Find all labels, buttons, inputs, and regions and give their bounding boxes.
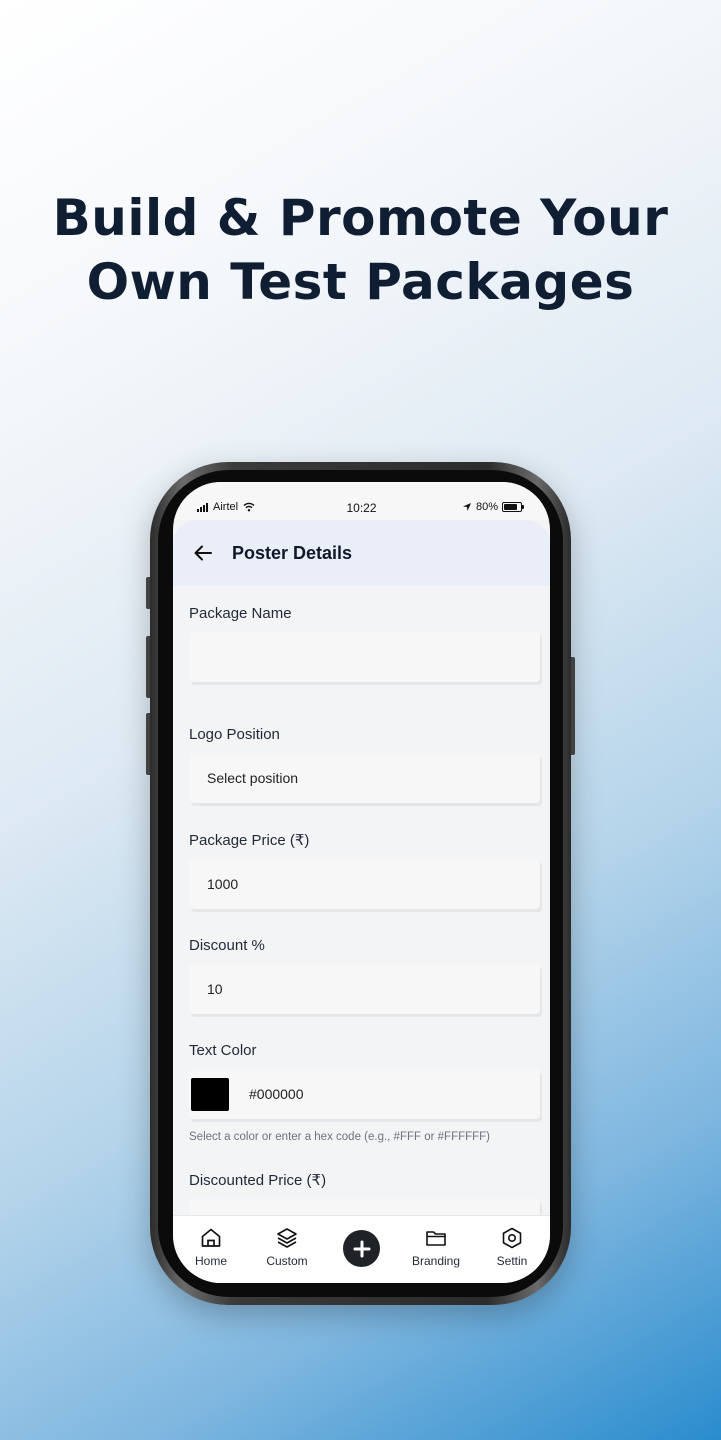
- package-price-input[interactable]: 1000: [189, 859, 540, 909]
- bottom-nav: Home Custom Branding Settin: [173, 1215, 550, 1283]
- app-header: Poster Details: [173, 520, 550, 586]
- package-name-label: Package Name: [189, 605, 292, 622]
- nav-settings[interactable]: Settin: [474, 1226, 550, 1268]
- text-color-label: Text Color: [189, 1042, 257, 1059]
- nav-branding[interactable]: Branding: [398, 1226, 474, 1268]
- settings-icon: [502, 1227, 522, 1249]
- headline-line-2: Own Test Packages: [86, 253, 635, 311]
- nav-home-label: Home: [194, 1254, 227, 1268]
- page-title: Poster Details: [232, 542, 353, 563]
- logo-position-label: Logo Position: [189, 726, 280, 743]
- poster-form: Package Name Logo Position Select positi…: [173, 586, 550, 1249]
- nav-home[interactable]: Home: [173, 1226, 249, 1268]
- layers-icon: [277, 1228, 297, 1248]
- discount-label: Discount %: [189, 937, 265, 954]
- home-icon: [201, 1228, 221, 1247]
- phone-screen: Airtel 10:22 80% Poster Details Package …: [173, 482, 550, 1283]
- text-color-helper: Select a color or enter a hex code (e.g.…: [189, 1131, 491, 1143]
- discount-input[interactable]: 10: [189, 964, 540, 1014]
- text-color-input[interactable]: #000000: [249, 1086, 304, 1102]
- nav-custom-label: Custom: [266, 1254, 308, 1268]
- nav-custom[interactable]: Custom: [249, 1226, 325, 1268]
- text-color-row: #000000: [189, 1069, 540, 1119]
- status-bar: Airtel 10:22 80%: [173, 482, 550, 520]
- nav-settings-label: Settin: [496, 1254, 528, 1268]
- add-button[interactable]: [343, 1230, 380, 1267]
- nav-add[interactable]: [325, 1226, 398, 1267]
- discounted-price-label: Discounted Price (₹): [189, 1172, 327, 1189]
- arrow-left-icon[interactable]: [192, 542, 214, 564]
- nav-branding-label: Branding: [411, 1254, 461, 1268]
- headline-line-1: Build & Promote Your: [52, 189, 669, 247]
- status-time: 10:22: [346, 501, 377, 515]
- color-swatch[interactable]: [191, 1077, 229, 1111]
- package-price-label: Package Price (₹): [189, 832, 310, 849]
- headline: Build & Promote Your Own Test Packages: [0, 186, 721, 314]
- logo-position-select[interactable]: Select position: [189, 753, 540, 803]
- plus-icon: [353, 1240, 370, 1257]
- battery-fill: [504, 504, 517, 510]
- package-name-input[interactable]: [189, 632, 540, 682]
- folder-icon: [426, 1231, 446, 1246]
- battery-icon: [502, 502, 524, 512]
